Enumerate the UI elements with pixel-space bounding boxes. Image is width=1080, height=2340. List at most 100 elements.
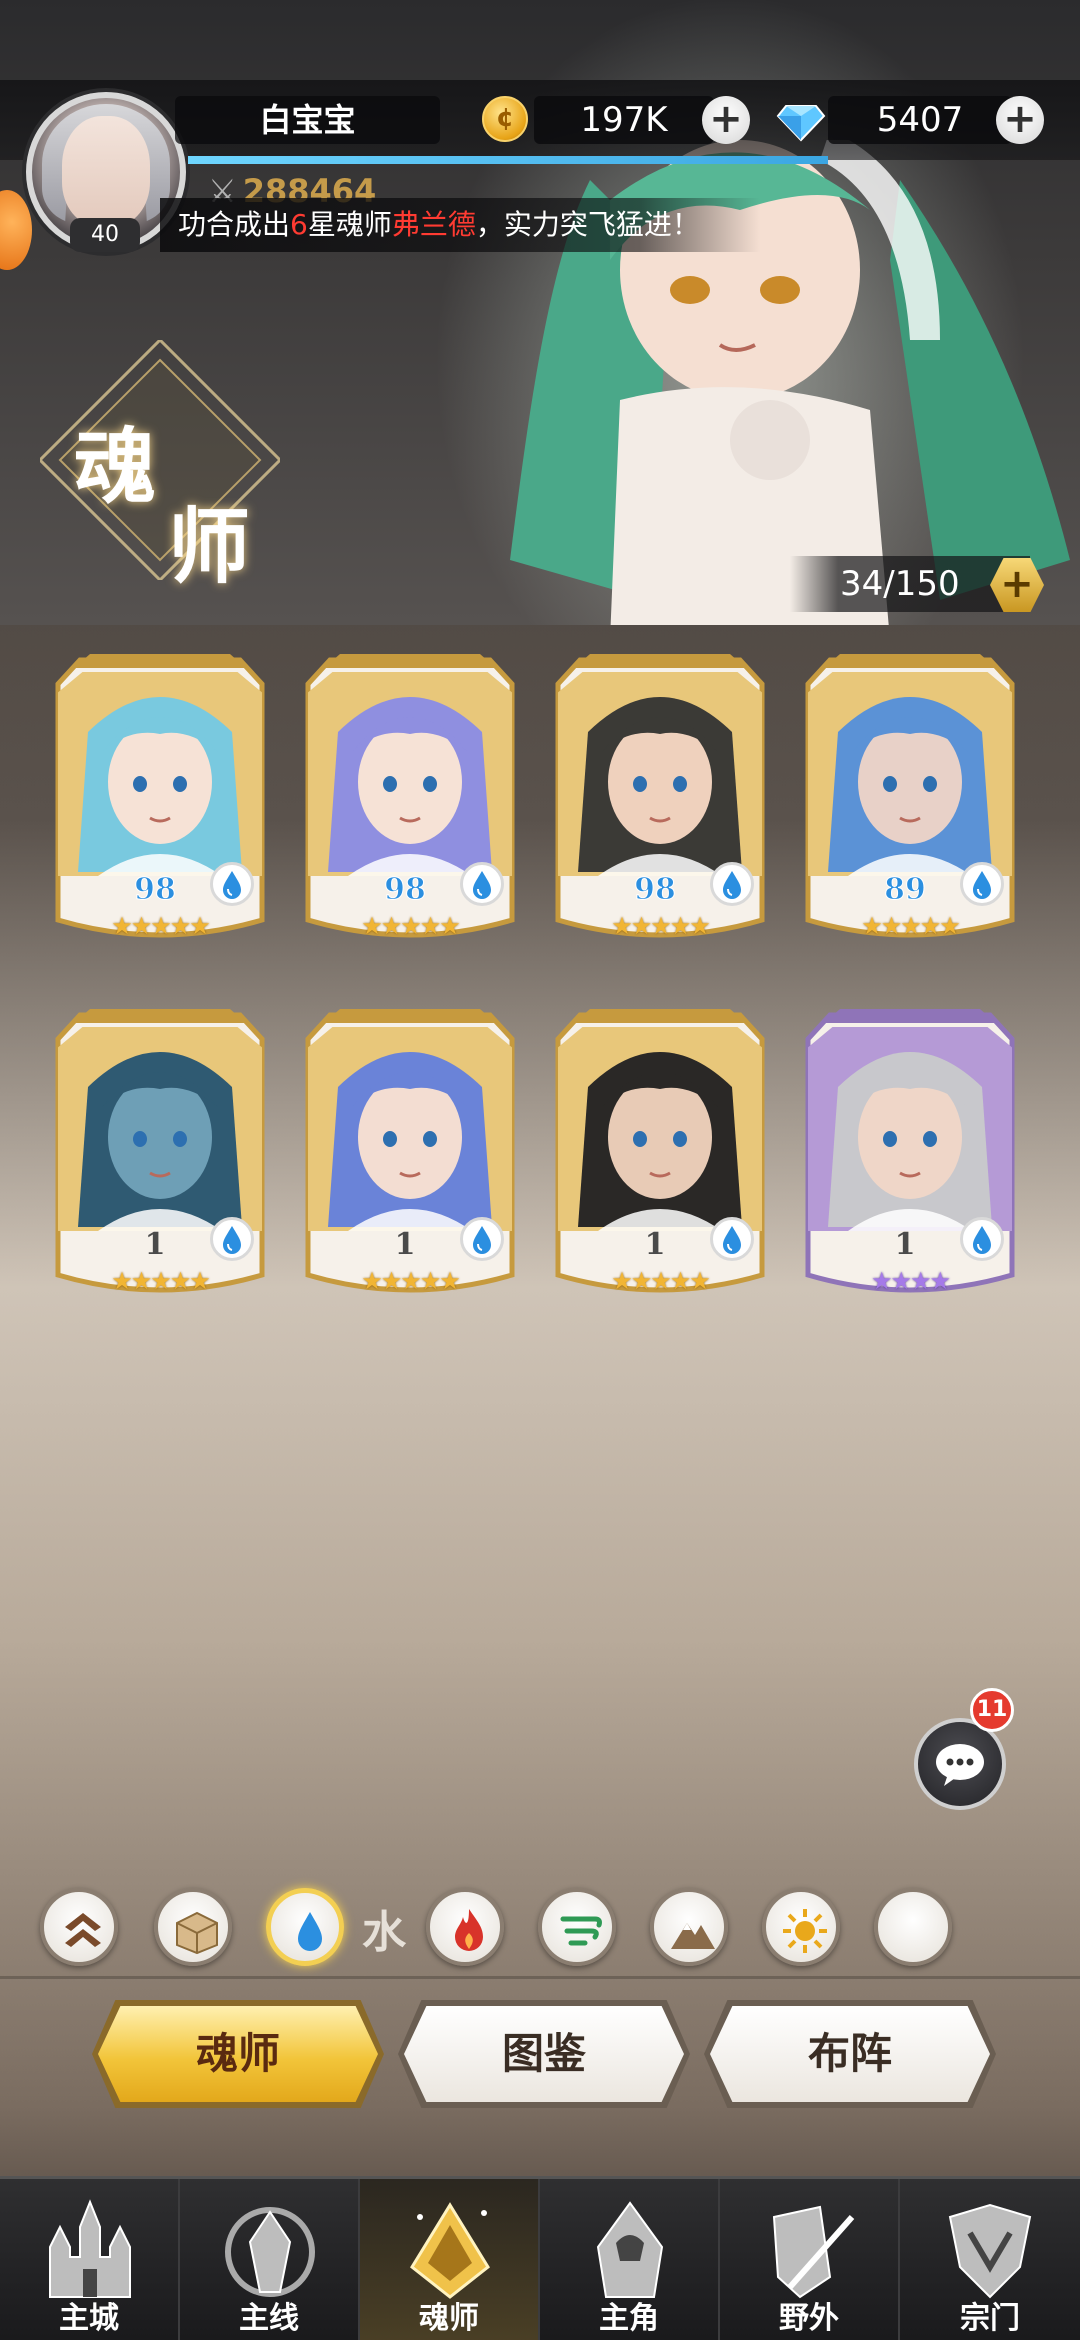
nav-sect[interactable]: 宗门 bbox=[900, 2179, 1080, 2340]
hero-level: 98 bbox=[384, 872, 427, 908]
avatar-face bbox=[62, 116, 150, 226]
hero-star-rating: ★★★★★ bbox=[861, 912, 961, 940]
hero-star-rating: ★★★★★ bbox=[111, 1267, 211, 1295]
hero-card[interactable]: 1 ★★★★★ bbox=[300, 1005, 520, 1295]
hero-card[interactable]: 98 ★★★★★ bbox=[50, 650, 270, 940]
nav-main-city[interactable]: 主城 bbox=[0, 2179, 180, 2340]
hero-card[interactable]: 98 ★★★★★ bbox=[300, 650, 520, 940]
news-ticker: 功合成出6星魂师弗兰德，实力突飞猛进！ bbox=[160, 198, 760, 252]
chat-unread-badge: 11 bbox=[970, 1688, 1014, 1732]
hero-portrait bbox=[808, 672, 1012, 876]
hero-card[interactable]: 89 ★★★★★ bbox=[800, 650, 1020, 940]
hero-portrait bbox=[308, 672, 512, 876]
page-title-char-2: 师 bbox=[168, 499, 251, 595]
page-title-emblem: 魂 师 bbox=[40, 340, 280, 595]
nav-label-sect: 宗门 bbox=[960, 2301, 1020, 2336]
nav-heroes[interactable]: 魂师 bbox=[360, 2179, 540, 2340]
filter-wind-button[interactable] bbox=[538, 1888, 616, 1966]
filter-fire-button[interactable] bbox=[426, 1888, 504, 1966]
experience-bar bbox=[188, 156, 828, 164]
nav-protagonist[interactable]: 主角 bbox=[540, 2179, 720, 2340]
water-icon bbox=[960, 862, 1004, 906]
hero-portrait bbox=[58, 672, 262, 876]
main-quest-icon bbox=[225, 2207, 315, 2297]
add-gold-button[interactable]: + bbox=[702, 96, 750, 144]
hero-level: 1 bbox=[394, 1227, 416, 1262]
water-icon bbox=[460, 862, 504, 906]
sect-crest-icon bbox=[948, 2203, 1032, 2299]
hero-portrait bbox=[558, 672, 762, 876]
filter-light-button[interactable] bbox=[762, 1888, 840, 1966]
hero-portrait bbox=[808, 1027, 1012, 1231]
water-icon bbox=[960, 1217, 1004, 1261]
water-icon bbox=[710, 1217, 754, 1261]
hero-star-rating: ★★★★★ bbox=[361, 1267, 461, 1295]
player-level: 40 bbox=[70, 218, 140, 252]
filter-box-button[interactable] bbox=[154, 1888, 232, 1966]
nav-wild[interactable]: 野外 bbox=[720, 2179, 900, 2340]
hero-card[interactable]: 1 ★★★★★ bbox=[50, 1005, 270, 1295]
news-star: 6 bbox=[290, 208, 308, 241]
chat-icon bbox=[936, 1744, 984, 1786]
water-icon bbox=[460, 1217, 504, 1261]
news-prefix: 功合成出 bbox=[178, 208, 291, 241]
filter-sort-button[interactable] bbox=[40, 1888, 118, 1966]
fire-icon bbox=[455, 1909, 483, 1951]
player-name: 白宝宝 bbox=[175, 96, 440, 144]
hero-star-rating: ★★★★★ bbox=[611, 912, 711, 940]
nav-label-wild: 野外 bbox=[779, 2301, 839, 2336]
filter-water-button[interactable] bbox=[266, 1888, 344, 1966]
water-icon bbox=[298, 1912, 322, 1951]
nav-label-heroes: 魂师 bbox=[419, 2301, 479, 2336]
diamond-icon bbox=[776, 105, 826, 142]
nav-label-protagonist: 主角 bbox=[599, 2301, 659, 2336]
water-icon bbox=[210, 1217, 254, 1261]
nav-label-main-quest: 主线 bbox=[239, 2301, 299, 2336]
element-filter-bar: 水 bbox=[0, 1888, 1080, 1968]
hooded-figure-icon bbox=[596, 2201, 664, 2298]
hero-level: 1 bbox=[144, 1227, 166, 1262]
hero-card[interactable]: 98 ★★★★★ bbox=[550, 650, 770, 940]
heroes-emblem-icon bbox=[410, 2202, 490, 2299]
hero-level: 98 bbox=[634, 872, 677, 908]
water-icon bbox=[710, 862, 754, 906]
diamond-amount: 5407 bbox=[828, 96, 1012, 144]
hero-level: 98 bbox=[134, 872, 177, 908]
tab-codex[interactable]: 图鉴 bbox=[404, 2006, 684, 2102]
news-suffix: ，实力突飞猛进！ bbox=[475, 208, 700, 241]
hero-star-rating: ★★★★★ bbox=[361, 912, 461, 940]
nav-label-main-city: 主城 bbox=[59, 2301, 119, 2336]
hero-star-rating: ★★★★★ bbox=[611, 1267, 711, 1295]
hero-level: 89 bbox=[884, 872, 927, 908]
filter-earth-button[interactable] bbox=[650, 1888, 728, 1966]
news-middle: 星魂师 bbox=[307, 208, 392, 241]
shield-sword-icon bbox=[772, 2205, 855, 2299]
hero-portrait bbox=[308, 1027, 512, 1231]
hero-level: 1 bbox=[644, 1227, 666, 1262]
hero-portrait bbox=[58, 1027, 262, 1231]
gold-coin-icon: ¢ bbox=[482, 96, 528, 142]
earth-icon bbox=[671, 1923, 715, 1949]
castle-icon bbox=[49, 2199, 131, 2298]
page-title-char-1: 魂 bbox=[74, 419, 157, 515]
hero-card[interactable]: 1 ★★★★ bbox=[800, 1005, 1020, 1295]
bottom-navigation: 主城 主线 魂师 主角 野外 宗门 bbox=[0, 2176, 1080, 2340]
active-filter-label: 水 bbox=[362, 1907, 406, 1958]
gold-amount: 197K bbox=[534, 96, 714, 144]
add-diamond-button[interactable]: + bbox=[996, 96, 1044, 144]
tab-heroes[interactable]: 魂师 bbox=[98, 2006, 378, 2102]
box-icon bbox=[176, 1911, 218, 1955]
nav-main-quest[interactable]: 主线 bbox=[180, 2179, 360, 2340]
hero-level: 1 bbox=[894, 1227, 916, 1262]
filter-dark-button[interactable] bbox=[874, 1888, 952, 1966]
tab-formation[interactable]: 布阵 bbox=[710, 2006, 990, 2102]
dark-icon bbox=[907, 1913, 925, 1949]
news-hero-name: 弗兰德 bbox=[391, 208, 476, 241]
hero-card[interactable]: 1 ★★★★★ bbox=[550, 1005, 770, 1295]
water-icon bbox=[210, 862, 254, 906]
hero-star-rating: ★★★★★ bbox=[111, 912, 211, 940]
wind-icon bbox=[560, 1916, 602, 1946]
hero-star-rating: ★★★★ bbox=[870, 1267, 951, 1295]
divider bbox=[0, 1976, 1080, 1979]
light-icon bbox=[783, 1909, 827, 1953]
